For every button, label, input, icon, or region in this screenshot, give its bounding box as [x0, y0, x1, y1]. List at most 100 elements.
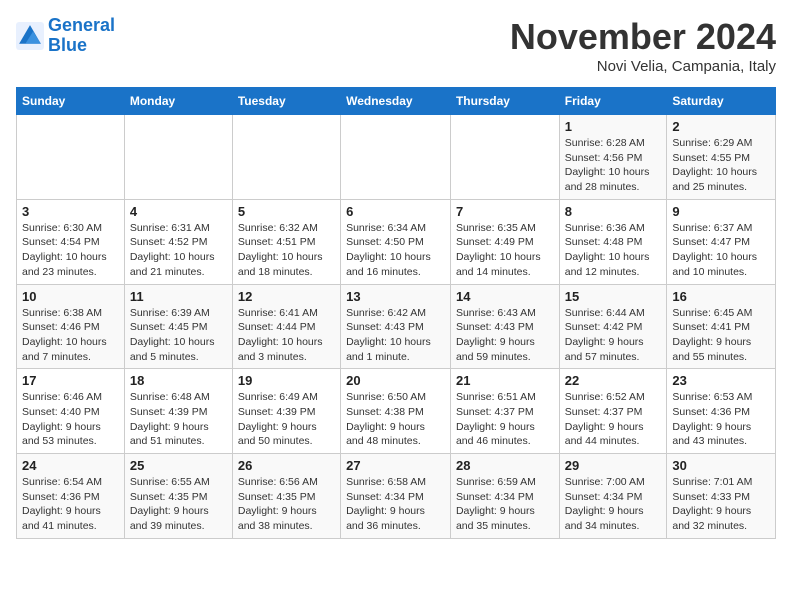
- page-header: General Blue November 2024 Novi Velia, C…: [16, 16, 776, 75]
- calendar-cell: [124, 115, 232, 200]
- day-info: Sunrise: 6:32 AM Sunset: 4:51 PM Dayligh…: [238, 221, 335, 280]
- day-number: 14: [456, 289, 554, 304]
- day-number: 7: [456, 204, 554, 219]
- calendar-cell: [341, 115, 451, 200]
- day-number: 4: [130, 204, 227, 219]
- day-info: Sunrise: 6:45 AM Sunset: 4:41 PM Dayligh…: [672, 306, 770, 365]
- calendar-cell: 14 Sunrise: 6:43 AM Sunset: 4:43 PM Dayli…: [450, 284, 559, 369]
- day-info: Sunrise: 6:37 AM Sunset: 4:47 PM Dayligh…: [672, 221, 770, 280]
- day-info: Sunrise: 6:44 AM Sunset: 4:42 PM Dayligh…: [565, 306, 662, 365]
- day-number: 10: [22, 289, 119, 304]
- calendar-cell: 17 Sunrise: 6:46 AM Sunset: 4:40 PM Dayli…: [17, 369, 125, 454]
- day-number: 11: [130, 289, 227, 304]
- day-number: 13: [346, 289, 445, 304]
- logo-icon: [16, 22, 44, 50]
- day-number: 2: [672, 119, 770, 134]
- title-area: November 2024 Novi Velia, Campania, Ital…: [510, 16, 776, 75]
- day-info: Sunrise: 6:28 AM Sunset: 4:56 PM Dayligh…: [565, 136, 662, 195]
- calendar-week-row: 10 Sunrise: 6:38 AM Sunset: 4:46 PM Dayli…: [17, 284, 776, 369]
- day-info: Sunrise: 6:42 AM Sunset: 4:43 PM Dayligh…: [346, 306, 445, 365]
- calendar-cell: 9Sunrise: 6:37 AM Sunset: 4:47 PM Daylig…: [667, 199, 776, 284]
- logo-text: General Blue: [48, 16, 115, 56]
- day-info: Sunrise: 6:41 AM Sunset: 4:44 PM Dayligh…: [238, 306, 335, 365]
- calendar-cell: 5 Sunrise: 6:32 AM Sunset: 4:51 PM Daylig…: [232, 199, 340, 284]
- day-info: Sunrise: 6:49 AM Sunset: 4:39 PM Dayligh…: [238, 390, 335, 449]
- day-header-thursday: Thursday: [450, 88, 559, 115]
- calendar-cell: 20 Sunrise: 6:50 AM Sunset: 4:38 PM Dayli…: [341, 369, 451, 454]
- day-info: Sunrise: 6:53 AM Sunset: 4:36 PM Dayligh…: [672, 390, 770, 449]
- day-info: Sunrise: 7:00 AM Sunset: 4:34 PM Dayligh…: [565, 475, 662, 534]
- day-number: 20: [346, 373, 445, 388]
- calendar-cell: 19 Sunrise: 6:49 AM Sunset: 4:39 PM Dayli…: [232, 369, 340, 454]
- day-header-wednesday: Wednesday: [341, 88, 451, 115]
- calendar-header-row: SundayMondayTuesdayWednesdayThursdayFrid…: [17, 88, 776, 115]
- logo-line1: General: [48, 15, 115, 35]
- day-info: Sunrise: 6:52 AM Sunset: 4:37 PM Dayligh…: [565, 390, 662, 449]
- day-header-monday: Monday: [124, 88, 232, 115]
- day-info: Sunrise: 6:50 AM Sunset: 4:38 PM Dayligh…: [346, 390, 445, 449]
- calendar-cell: [232, 115, 340, 200]
- day-info: Sunrise: 6:39 AM Sunset: 4:45 PM Dayligh…: [130, 306, 227, 365]
- day-info: Sunrise: 6:48 AM Sunset: 4:39 PM Dayligh…: [130, 390, 227, 449]
- calendar-cell: 21 Sunrise: 6:51 AM Sunset: 4:37 PM Dayli…: [450, 369, 559, 454]
- day-info: Sunrise: 6:55 AM Sunset: 4:35 PM Dayligh…: [130, 475, 227, 534]
- day-info: Sunrise: 6:43 AM Sunset: 4:43 PM Dayligh…: [456, 306, 554, 365]
- calendar-cell: 13 Sunrise: 6:42 AM Sunset: 4:43 PM Dayli…: [341, 284, 451, 369]
- day-info: Sunrise: 6:36 AM Sunset: 4:48 PM Dayligh…: [565, 221, 662, 280]
- day-number: 1: [565, 119, 662, 134]
- day-number: 3: [22, 204, 119, 219]
- month-title: November 2024: [510, 16, 776, 58]
- calendar-week-row: 17 Sunrise: 6:46 AM Sunset: 4:40 PM Dayli…: [17, 369, 776, 454]
- day-info: Sunrise: 6:58 AM Sunset: 4:34 PM Dayligh…: [346, 475, 445, 534]
- day-number: 18: [130, 373, 227, 388]
- calendar-cell: 29 Sunrise: 7:00 AM Sunset: 4:34 PM Dayli…: [559, 454, 667, 539]
- calendar-week-row: 3 Sunrise: 6:30 AM Sunset: 4:54 PM Daylig…: [17, 199, 776, 284]
- day-number: 29: [565, 458, 662, 473]
- calendar-cell: 2Sunrise: 6:29 AM Sunset: 4:55 PM Daylig…: [667, 115, 776, 200]
- day-number: 26: [238, 458, 335, 473]
- day-number: 15: [565, 289, 662, 304]
- calendar-week-row: 1 Sunrise: 6:28 AM Sunset: 4:56 PM Daylig…: [17, 115, 776, 200]
- calendar-cell: 15 Sunrise: 6:44 AM Sunset: 4:42 PM Dayli…: [559, 284, 667, 369]
- day-number: 24: [22, 458, 119, 473]
- day-number: 12: [238, 289, 335, 304]
- day-number: 22: [565, 373, 662, 388]
- day-info: Sunrise: 6:38 AM Sunset: 4:46 PM Dayligh…: [22, 306, 119, 365]
- day-info: Sunrise: 6:46 AM Sunset: 4:40 PM Dayligh…: [22, 390, 119, 449]
- logo-line2: Blue: [48, 35, 87, 55]
- calendar-cell: 27 Sunrise: 6:58 AM Sunset: 4:34 PM Dayli…: [341, 454, 451, 539]
- calendar-cell: 8 Sunrise: 6:36 AM Sunset: 4:48 PM Daylig…: [559, 199, 667, 284]
- day-header-saturday: Saturday: [667, 88, 776, 115]
- day-info: Sunrise: 6:51 AM Sunset: 4:37 PM Dayligh…: [456, 390, 554, 449]
- calendar-week-row: 24 Sunrise: 6:54 AM Sunset: 4:36 PM Dayli…: [17, 454, 776, 539]
- day-number: 25: [130, 458, 227, 473]
- day-number: 21: [456, 373, 554, 388]
- day-number: 28: [456, 458, 554, 473]
- day-number: 6: [346, 204, 445, 219]
- logo: General Blue: [16, 16, 115, 56]
- calendar-cell: 3 Sunrise: 6:30 AM Sunset: 4:54 PM Daylig…: [17, 199, 125, 284]
- day-info: Sunrise: 6:56 AM Sunset: 4:35 PM Dayligh…: [238, 475, 335, 534]
- calendar-cell: 10 Sunrise: 6:38 AM Sunset: 4:46 PM Dayli…: [17, 284, 125, 369]
- calendar-cell: 1 Sunrise: 6:28 AM Sunset: 4:56 PM Daylig…: [559, 115, 667, 200]
- day-header-sunday: Sunday: [17, 88, 125, 115]
- day-number: 19: [238, 373, 335, 388]
- calendar-table: SundayMondayTuesdayWednesdayThursdayFrid…: [16, 87, 776, 539]
- calendar-cell: 26 Sunrise: 6:56 AM Sunset: 4:35 PM Dayli…: [232, 454, 340, 539]
- calendar-cell: 16Sunrise: 6:45 AM Sunset: 4:41 PM Dayli…: [667, 284, 776, 369]
- day-info: Sunrise: 6:30 AM Sunset: 4:54 PM Dayligh…: [22, 221, 119, 280]
- day-header-friday: Friday: [559, 88, 667, 115]
- location-subtitle: Novi Velia, Campania, Italy: [510, 58, 776, 75]
- day-number: 8: [565, 204, 662, 219]
- calendar-cell: 7 Sunrise: 6:35 AM Sunset: 4:49 PM Daylig…: [450, 199, 559, 284]
- day-number: 30: [672, 458, 770, 473]
- day-number: 23: [672, 373, 770, 388]
- day-number: 17: [22, 373, 119, 388]
- day-info: Sunrise: 6:35 AM Sunset: 4:49 PM Dayligh…: [456, 221, 554, 280]
- calendar-cell: 6Sunrise: 6:34 AM Sunset: 4:50 PM Daylig…: [341, 199, 451, 284]
- day-number: 27: [346, 458, 445, 473]
- day-number: 5: [238, 204, 335, 219]
- calendar-cell: [450, 115, 559, 200]
- day-info: Sunrise: 6:54 AM Sunset: 4:36 PM Dayligh…: [22, 475, 119, 534]
- day-info: Sunrise: 7:01 AM Sunset: 4:33 PM Dayligh…: [672, 475, 770, 534]
